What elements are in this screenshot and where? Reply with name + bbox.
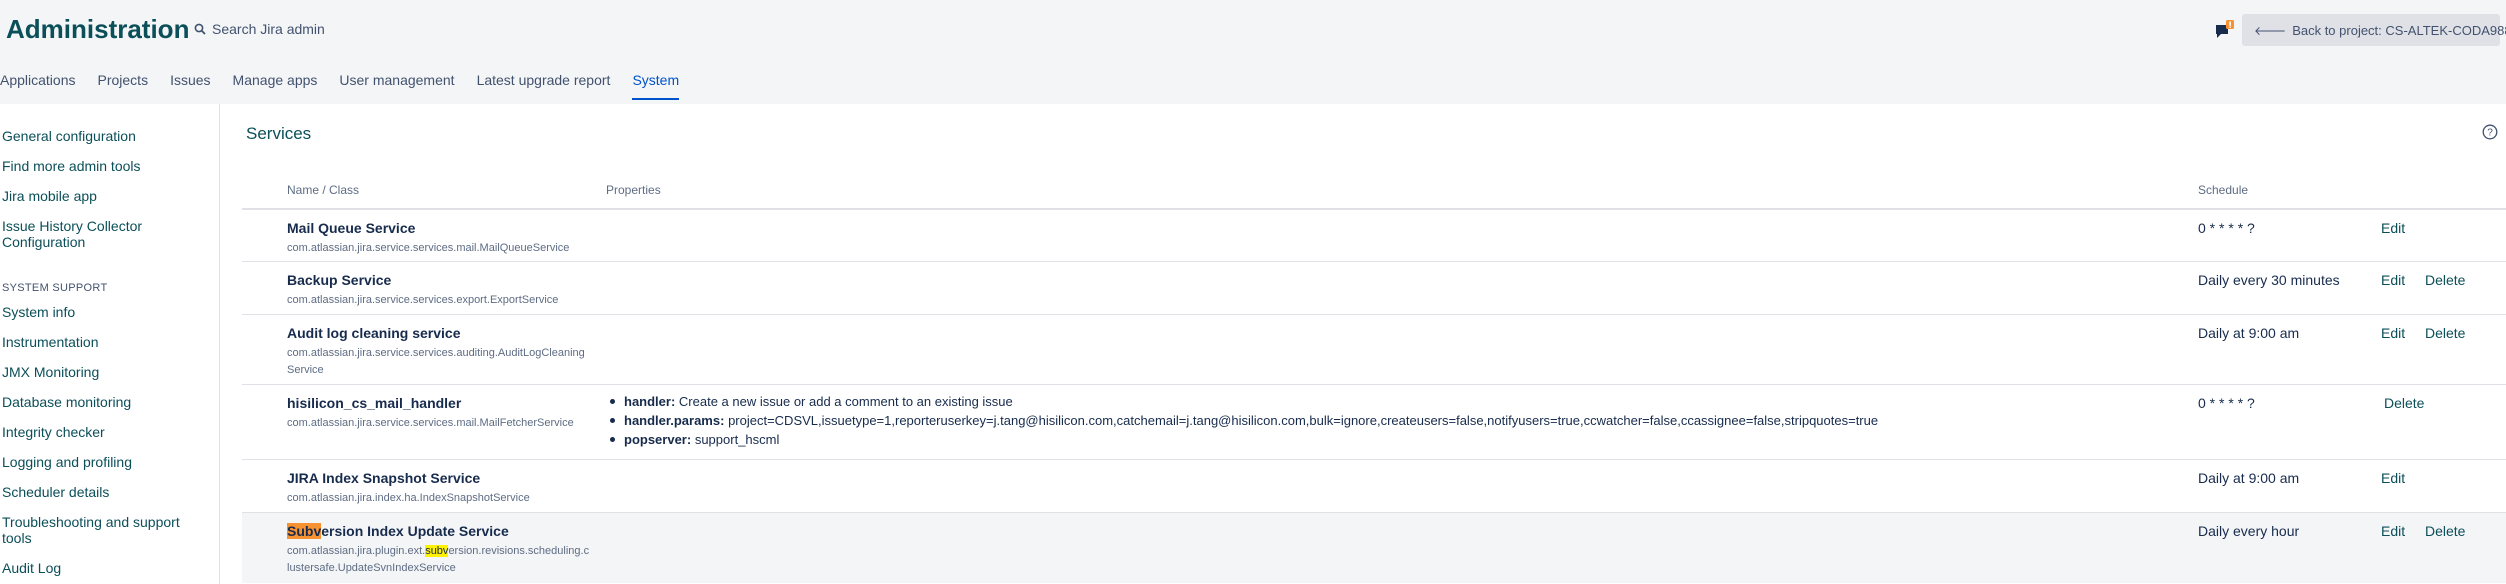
tab-user-management[interactable]: User management bbox=[339, 72, 454, 100]
column-header-properties: Properties bbox=[606, 183, 661, 197]
svg-text:?: ? bbox=[2487, 128, 2493, 139]
property-key: popserver: bbox=[624, 432, 692, 447]
search-jira-admin[interactable]: Search Jira admin bbox=[194, 21, 325, 37]
edit-link[interactable]: Edit bbox=[2381, 325, 2405, 341]
search-match-highlight: Subv bbox=[287, 523, 322, 539]
sidebar-item-instrumentation[interactable]: Instrumentation bbox=[2, 334, 202, 350]
edit-link[interactable]: Edit bbox=[2381, 272, 2405, 288]
notification-icon[interactable] bbox=[2213, 18, 2237, 42]
edit-link[interactable]: Edit bbox=[2381, 220, 2405, 236]
service-class: com.atlassian.jira.plugin.ext.subversion… bbox=[287, 543, 591, 577]
back-to-project-label: Back to project: CS-ALTEK-CODA988 bbox=[2292, 22, 2506, 38]
table-row: Backup Service com.atlassian.jira.servic… bbox=[242, 262, 2506, 315]
page-title: Services bbox=[246, 124, 312, 143]
service-class: com.atlassian.jira.service.services.audi… bbox=[287, 347, 585, 376]
service-name: JIRA Index Snapshot Service bbox=[287, 470, 481, 486]
table-row: hisilicon_cs_mail_handler com.atlassian.… bbox=[242, 385, 2506, 460]
page-header-title: Administration bbox=[6, 14, 190, 44]
sidebar-item-troubleshooting[interactable]: Troubleshooting and support tools bbox=[2, 514, 192, 546]
tab-system[interactable]: System bbox=[632, 72, 679, 100]
property-item: handler.params: project=CDSVL,issuetype=… bbox=[606, 411, 1878, 430]
sidebar-item-database-monitoring[interactable]: Database monitoring bbox=[2, 394, 202, 410]
column-header-name: Name / Class bbox=[287, 183, 360, 197]
services-table: Name / Class Properties Schedule Mail Qu… bbox=[242, 176, 2506, 583]
property-value: project=CDSVL,issuetype=1,reporteruserke… bbox=[728, 413, 1879, 428]
sidebar-item-general-configuration[interactable]: General configuration bbox=[2, 128, 202, 144]
column-header-schedule: Schedule bbox=[2198, 183, 2249, 197]
sidebar-item-find-more-admin-tools[interactable]: Find more admin tools bbox=[2, 158, 202, 174]
edit-link[interactable]: Edit bbox=[2381, 523, 2405, 539]
arrow-left-icon: 🡐 bbox=[2254, 23, 2287, 38]
search-label: Search Jira admin bbox=[212, 21, 325, 37]
service-class-prefix: com.atlassian.jira.plugin.ext. bbox=[287, 545, 426, 557]
delete-link[interactable]: Delete bbox=[2425, 272, 2465, 288]
tab-manage-apps[interactable]: Manage apps bbox=[233, 72, 318, 100]
service-class: com.atlassian.jira.service.services.mail… bbox=[287, 417, 574, 429]
back-to-project-button[interactable]: 🡐 Back to project: CS-ALTEK-CODA988 bbox=[2242, 14, 2506, 46]
service-schedule: Daily at 9:00 am bbox=[2198, 325, 2300, 341]
table-row: Mail Queue Service com.atlassian.jira.se… bbox=[242, 210, 2506, 262]
sidebar-item-audit-log[interactable]: Audit Log bbox=[2, 560, 202, 576]
sidebar-item-issue-history-collector[interactable]: Issue History Collector Configuration bbox=[2, 218, 162, 250]
service-schedule: Daily every hour bbox=[2198, 523, 2300, 539]
sidebar-item-logging-and-profiling[interactable]: Logging and profiling bbox=[2, 454, 202, 470]
tab-issues[interactable]: Issues bbox=[170, 72, 210, 100]
service-name: hisilicon_cs_mail_handler bbox=[287, 395, 462, 411]
service-class: com.atlassian.jira.index.ha.IndexSnapsho… bbox=[287, 492, 530, 504]
sidebar-item-jmx-monitoring[interactable]: JMX Monitoring bbox=[2, 364, 202, 380]
property-key: handler.params: bbox=[624, 413, 725, 428]
table-row: Subversion Index Update Service com.atla… bbox=[242, 513, 2506, 583]
service-schedule: Daily at 9:00 am bbox=[2198, 470, 2300, 486]
search-icon bbox=[194, 23, 206, 35]
service-properties: handler: Create a new issue or add a com… bbox=[606, 392, 1878, 449]
help-icon[interactable]: ? bbox=[2482, 124, 2498, 140]
service-schedule: 0 * * * * ? bbox=[2198, 395, 2255, 411]
delete-link[interactable]: Delete bbox=[2384, 395, 2424, 411]
service-name: Backup Service bbox=[287, 272, 392, 288]
admin-header: Administration Search Jira admin 🡐 Back … bbox=[0, 0, 2506, 104]
table-row: Audit log cleaning service com.atlassian… bbox=[242, 315, 2506, 385]
sidebar-item-scheduler-details[interactable]: Scheduler details bbox=[2, 484, 202, 500]
sidebar-heading-system-support: SYSTEM SUPPORT bbox=[2, 282, 108, 294]
property-value: support_hscml bbox=[694, 432, 780, 447]
property-key: handler: bbox=[624, 394, 676, 409]
sidebar-item-jira-mobile-app[interactable]: Jira mobile app bbox=[2, 188, 202, 204]
service-schedule: 0 * * * * ? bbox=[2198, 220, 2255, 236]
delete-link[interactable]: Delete bbox=[2425, 523, 2465, 539]
admin-tabs: Applications Projects Issues Manage apps… bbox=[0, 72, 701, 100]
service-name: Mail Queue Service bbox=[287, 220, 416, 236]
service-schedule: Daily every 30 minutes bbox=[2198, 272, 2340, 288]
edit-link[interactable]: Edit bbox=[2381, 470, 2405, 486]
table-header: Name / Class Properties Schedule bbox=[242, 176, 2506, 210]
table-row: JIRA Index Snapshot Service com.atlassia… bbox=[242, 460, 2506, 513]
service-name: Subversion Index Update Service bbox=[287, 523, 509, 539]
service-name-rest: ersion Index Update Service bbox=[321, 523, 509, 539]
property-value: Create a new issue or add a comment to a… bbox=[678, 394, 1013, 409]
search-match-highlight: subv bbox=[425, 545, 449, 557]
delete-link[interactable]: Delete bbox=[2425, 325, 2465, 341]
service-name: Audit log cleaning service bbox=[287, 325, 461, 341]
tab-applications[interactable]: Applications bbox=[0, 72, 76, 100]
service-class: com.atlassian.jira.service.services.mail… bbox=[287, 242, 570, 254]
sidebar-item-integrity-checker[interactable]: Integrity checker bbox=[2, 424, 202, 440]
admin-sidebar: General configuration Find more admin to… bbox=[0, 104, 220, 584]
service-class: com.atlassian.jira.service.services.expo… bbox=[287, 294, 559, 306]
property-item: handler: Create a new issue or add a com… bbox=[606, 392, 1878, 411]
tab-latest-upgrade-report[interactable]: Latest upgrade report bbox=[477, 72, 611, 100]
property-item: popserver: support_hscml bbox=[606, 430, 1878, 449]
sidebar-item-system-info[interactable]: System info bbox=[2, 304, 202, 320]
tab-projects[interactable]: Projects bbox=[98, 72, 149, 100]
